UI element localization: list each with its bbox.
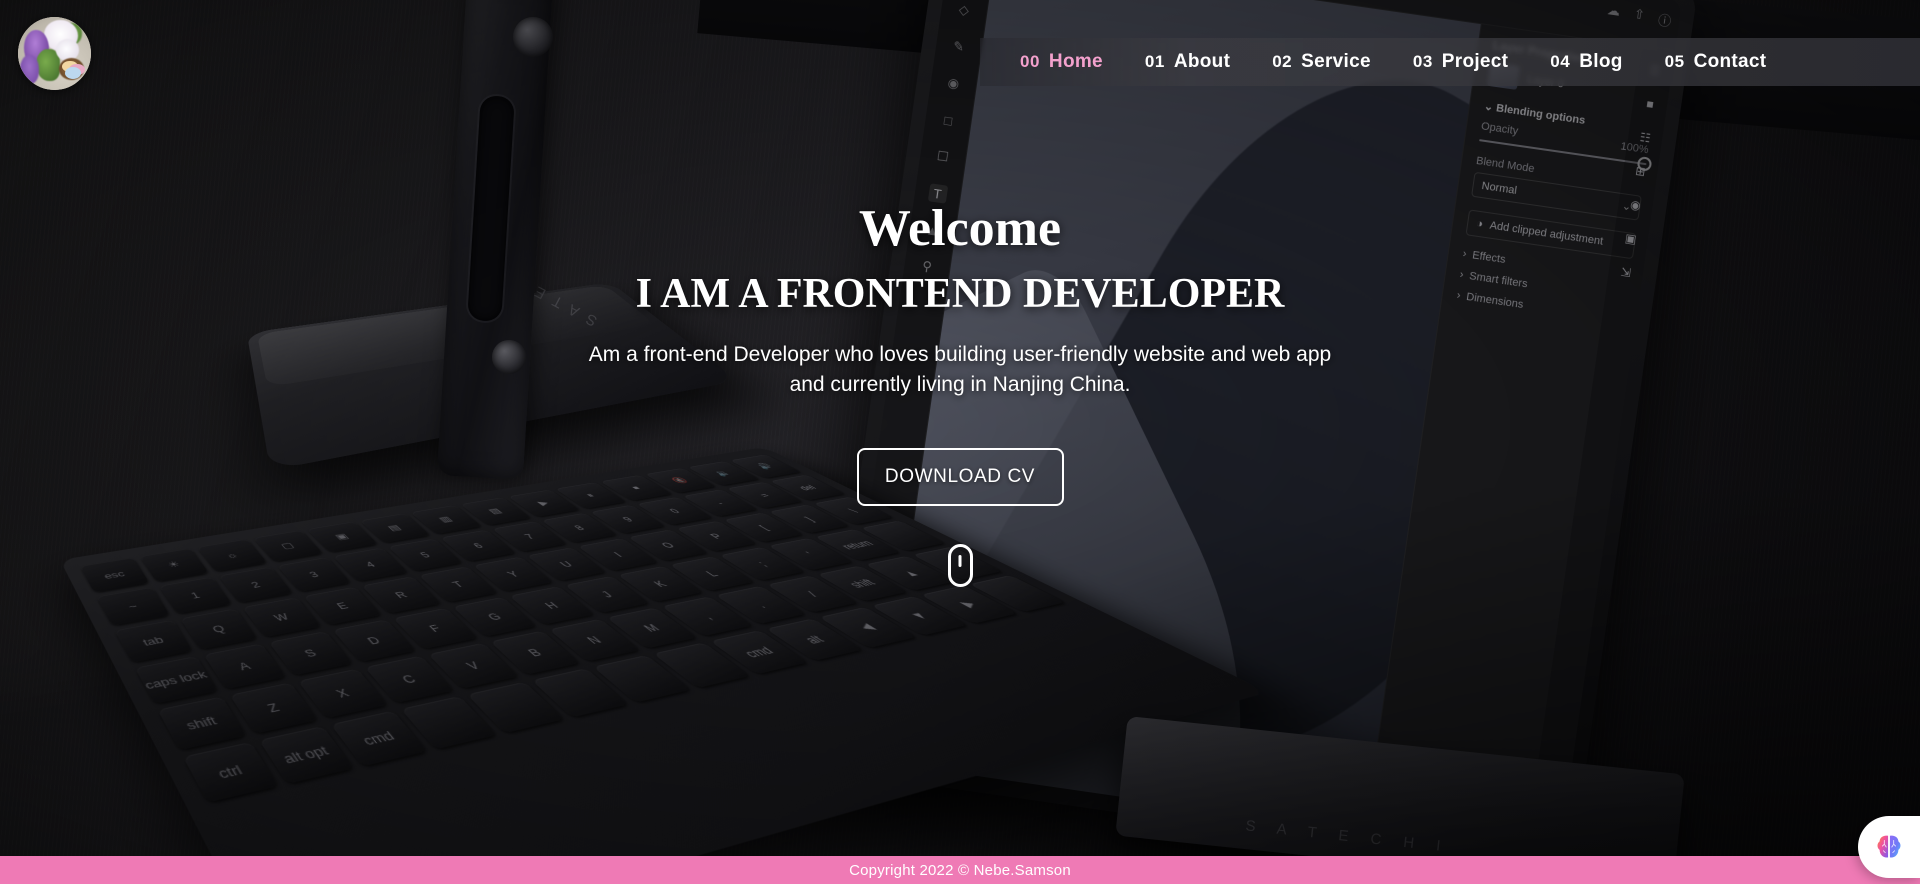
key: Q xyxy=(179,608,258,650)
main-navigation: 00 Home 01 About 02 Service 03 Project 0… xyxy=(980,38,1920,86)
blend-mode-label: Blend Mode xyxy=(1475,154,1536,176)
stamp-tool-icon: ◉ xyxy=(946,74,961,92)
avatar-egg xyxy=(64,67,81,80)
nav-item-project[interactable]: 03 Project xyxy=(1413,51,1508,73)
share-icon: ⇧ xyxy=(1632,5,1646,23)
site-footer: Copyright 2022 © Nebe.Samson xyxy=(0,856,1920,884)
opacity-label: Opacity xyxy=(1480,120,1519,138)
key: tab xyxy=(114,619,193,663)
nav-label: Contact xyxy=(1693,51,1767,72)
brain-icon xyxy=(1877,835,1901,858)
key: ctrl xyxy=(182,742,279,803)
copyright-text: Copyright 2022 © Nebe.Samson xyxy=(849,861,1071,879)
key: A xyxy=(203,643,287,690)
brush-tool-icon: ✎ xyxy=(952,38,966,55)
chevron-down-icon: ⌄ xyxy=(1483,100,1495,114)
nav-label: Blog xyxy=(1579,51,1623,72)
key: ~ xyxy=(96,587,170,626)
masks-icon: ■ xyxy=(1645,96,1655,112)
avatar[interactable] xyxy=(18,17,91,90)
nav-number: 04 xyxy=(1550,52,1571,71)
nav-item-contact[interactable]: 05 Contact xyxy=(1665,51,1767,73)
nav-number: 00 xyxy=(1020,52,1040,71)
add-layer-icon: ⊞ xyxy=(1634,163,1647,180)
nav-item-service[interactable]: 02 Service xyxy=(1272,51,1371,73)
help-icon: ⓘ xyxy=(1657,12,1673,30)
lasso-tool-icon: ◇ xyxy=(957,1,971,18)
nav-number: 01 xyxy=(1144,52,1165,71)
crop-tool-icon: ☐ xyxy=(936,148,950,165)
hero-description: Am a front-end Developer who loves build… xyxy=(588,343,1332,397)
nav-item-blog[interactable]: 04 Blog xyxy=(1550,51,1622,73)
avatar-lilac-flower-lower xyxy=(20,54,40,85)
nav-label: Project xyxy=(1441,51,1509,72)
download-cv-button[interactable]: DOWNLOAD CV xyxy=(856,447,1064,506)
ai-assistant-widget-button[interactable] xyxy=(1858,816,1920,878)
adjustments-icon: ☷ xyxy=(1638,130,1652,146)
hero-welcome-heading: Welcome xyxy=(858,200,1062,257)
nav-item-home[interactable]: 00 Home xyxy=(1020,51,1103,73)
nav-number: 02 xyxy=(1272,52,1293,71)
page-stage: SATECHI ↶ IMG_0002 90% ↷ ▴ ◇ ✎ ◉ □ xyxy=(0,0,1920,884)
nav-label: Service xyxy=(1301,51,1371,72)
cloud-icon: ☁ xyxy=(1606,2,1622,19)
nav-number: 05 xyxy=(1664,52,1685,71)
key: caps lock xyxy=(134,656,218,704)
stand-hinge-top xyxy=(513,17,553,57)
nav-label: About xyxy=(1173,51,1231,72)
hero-section: Welcome I AM A FRONTEND DEVELOPER Am a f… xyxy=(0,200,1920,587)
blend-mode-value: Normal xyxy=(1480,179,1518,197)
hero-title: I AM A FRONTEND DEVELOPER xyxy=(635,271,1285,318)
nav-item-about[interactable]: 01 About xyxy=(1145,51,1230,73)
nav-number: 03 xyxy=(1412,52,1433,71)
nav-label: Home xyxy=(1048,51,1103,72)
scroll-down-mouse-icon[interactable] xyxy=(947,543,973,587)
eraser-tool-icon: □ xyxy=(943,112,954,129)
key: shift xyxy=(157,696,247,751)
